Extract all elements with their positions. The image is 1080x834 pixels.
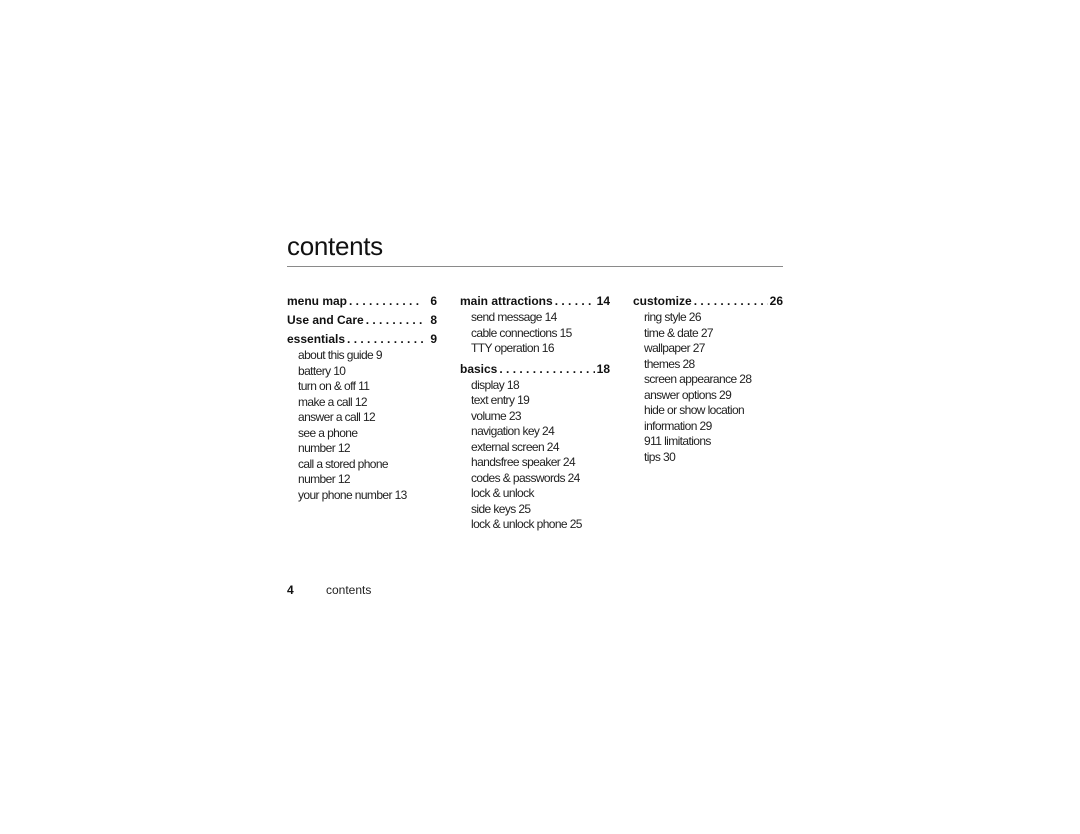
toc-subentry[interactable]: answer options 29: [633, 388, 783, 404]
toc-subentries-essentials: about this guide 9 battery 10 turn on & …: [287, 348, 437, 503]
toc-entry-customize[interactable]: customize 26: [633, 293, 783, 309]
toc-subentry[interactable]: lock & unlock: [460, 486, 610, 502]
toc-subentry[interactable]: number 12: [287, 441, 437, 457]
toc-entry-page: 18: [596, 361, 610, 376]
toc-entry-essentials[interactable]: essentials 9: [287, 331, 437, 347]
toc-subentries-basics: display 18 text entry 19 volume 23 navig…: [460, 378, 610, 533]
toc-subentry[interactable]: call a stored phone: [287, 457, 437, 473]
leader-dots: [694, 293, 768, 309]
toc-subentry[interactable]: display 18: [460, 378, 610, 394]
toc-entry-page: 6: [430, 294, 437, 308]
toc-entry-use-and-care[interactable]: Use and Care 8: [287, 312, 437, 328]
toc-subentry[interactable]: your phone number 13: [287, 488, 437, 504]
toc-subentry[interactable]: screen appearance 28: [633, 372, 783, 388]
toc-subentry[interactable]: answer a call 12: [287, 410, 437, 426]
toc-subentry[interactable]: battery 10: [287, 364, 437, 380]
toc-entry-label: menu map: [287, 294, 348, 308]
toc-entry-page: 14: [596, 294, 610, 308]
toc-column-3: customize 26 ring style 26 time & date 2…: [633, 293, 783, 469]
toc-entry-label: main attractions: [460, 294, 553, 308]
toc-subentries-main-attractions: send message 14 cable connections 15 TTY…: [460, 310, 610, 357]
toc-subentry[interactable]: turn on & off 11: [287, 379, 437, 395]
footer-section-name: contents: [326, 583, 372, 597]
toc-subentry[interactable]: codes & passwords 24: [460, 471, 610, 487]
toc-entry-label: Use and Care: [287, 313, 364, 327]
toc-subentry[interactable]: information 29: [633, 419, 783, 435]
toc-subentry[interactable]: tips 30: [633, 450, 783, 466]
leader-dots: [499, 361, 594, 377]
toc-subentry[interactable]: TTY operation 16: [460, 341, 610, 357]
toc-subentry[interactable]: see a phone: [287, 426, 437, 442]
toc-subentry[interactable]: send message 14: [460, 310, 610, 326]
toc-subentry[interactable]: hide or show location: [633, 403, 783, 419]
toc-subentry[interactable]: about this guide 9: [287, 348, 437, 364]
toc-subentry[interactable]: external screen 24: [460, 440, 610, 456]
leader-dots: [555, 293, 595, 309]
toc-subentry[interactable]: handsfree speaker 24: [460, 455, 610, 471]
toc-column-1: menu map 6 Use and Care 8 essentials 9 a…: [287, 293, 437, 507]
toc-subentry[interactable]: ring style 26: [633, 310, 783, 326]
leader-dots: [349, 293, 423, 309]
toc-entry-page: 8: [430, 313, 437, 327]
toc-subentry[interactable]: navigation key 24: [460, 424, 610, 440]
toc-column-2: main attractions 14 send message 14 cabl…: [460, 293, 610, 537]
toc-entry-main-attractions[interactable]: main attractions 14: [460, 293, 610, 309]
toc-entry-page: 9: [430, 332, 437, 346]
toc-entry-label: essentials: [287, 332, 346, 346]
toc-subentry[interactable]: side keys 25: [460, 502, 610, 518]
toc-subentry[interactable]: 911 limitations: [633, 434, 783, 450]
toc-subentry[interactable]: make a call 12: [287, 395, 437, 411]
toc-subentry[interactable]: text entry 19: [460, 393, 610, 409]
toc-subentry[interactable]: time & date 27: [633, 326, 783, 342]
toc-subentry[interactable]: lock & unlock phone 25: [460, 517, 610, 533]
toc-subentries-customize: ring style 26 time & date 27 wallpaper 2…: [633, 310, 783, 465]
leader-dots: [347, 331, 423, 347]
toc-entry-page: 26: [769, 294, 783, 308]
toc-entry-menu-map[interactable]: menu map 6: [287, 293, 437, 309]
toc-subentry[interactable]: number 12: [287, 472, 437, 488]
toc-subentry[interactable]: volume 23: [460, 409, 610, 425]
leader-dots: [366, 312, 423, 328]
title-divider: [287, 266, 783, 267]
toc-subentry[interactable]: wallpaper 27: [633, 341, 783, 357]
toc-entry-label: customize: [633, 294, 692, 308]
page-title: contents: [287, 231, 383, 261]
toc-entry-basics[interactable]: basics 18: [460, 361, 610, 377]
toc-subentry[interactable]: cable connections 15: [460, 326, 610, 342]
footer-page-number: 4: [287, 583, 294, 597]
toc-subentry[interactable]: themes 28: [633, 357, 783, 373]
toc-entry-label: basics: [460, 361, 498, 376]
